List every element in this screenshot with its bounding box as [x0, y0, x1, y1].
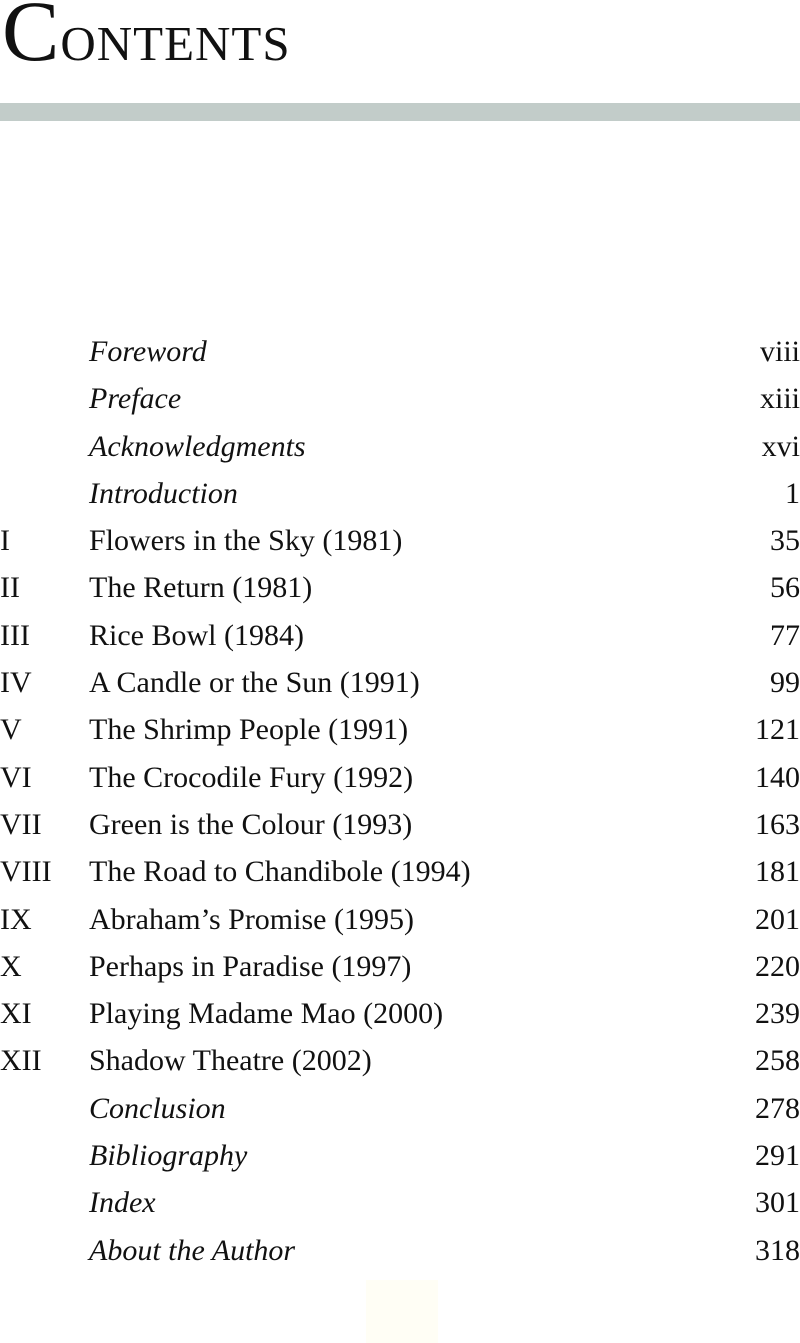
entry-title[interactable]: The Crocodile Fury (1992) — [89, 754, 413, 801]
chapter-number: V — [0, 713, 22, 747]
entry-title[interactable]: Bibliography — [89, 1132, 247, 1179]
toc-entry-chapter-6[interactable]: VI The Crocodile Fury (1992) 140 — [0, 754, 800, 801]
entry-title[interactable]: Green is the Colour (1993) — [89, 801, 412, 848]
toc-entry-index[interactable]: Index 301 — [0, 1179, 800, 1226]
toc-entry-conclusion[interactable]: Conclusion 278 — [0, 1085, 800, 1132]
entry-title[interactable]: The Shrimp People (1991) — [89, 706, 408, 753]
toc-entry-chapter-4[interactable]: IV A Candle or the Sun (1991) 99 — [0, 659, 800, 706]
page-number: 239 — [755, 997, 800, 1031]
page-number: xvi — [761, 429, 800, 463]
chapter-number: XII — [0, 1044, 42, 1078]
entry-title[interactable]: Foreword — [89, 328, 207, 375]
page-number: xiii — [759, 382, 800, 416]
page-number: 99 — [770, 666, 800, 700]
page-number: 56 — [770, 571, 800, 605]
toc-entry-chapter-10[interactable]: X Perhaps in Paradise (1997) 220 — [0, 943, 800, 990]
entry-title[interactable]: Playing Madame Mao (2000) — [89, 990, 443, 1037]
chapter-number: IX — [0, 902, 32, 936]
chapter-number: X — [0, 949, 22, 983]
toc-entry-acknowledgments[interactable]: Acknowledgments xvi — [0, 423, 800, 470]
chapter-number: III — [0, 618, 30, 652]
toc-entry-chapter-3[interactable]: III Rice Bowl (1984) 77 — [0, 612, 800, 659]
toc-entry-foreword[interactable]: Foreword viii — [0, 328, 800, 375]
entry-title[interactable]: Perhaps in Paradise (1997) — [89, 943, 411, 990]
entry-title[interactable]: Introduction — [89, 470, 238, 517]
chapter-number: I — [0, 524, 10, 558]
page-number: 258 — [755, 1044, 800, 1078]
page-number: 35 — [770, 524, 800, 558]
entry-title[interactable]: Preface — [89, 375, 181, 422]
toc-entry-chapter-8[interactable]: VIII The Road to Chandibole (1994) 181 — [0, 848, 800, 895]
chapter-number: VII — [0, 807, 42, 841]
page-number: 121 — [755, 713, 800, 747]
entry-title[interactable]: The Return (1981) — [89, 564, 312, 611]
page-number: 278 — [755, 1091, 800, 1125]
toc-entry-chapter-9[interactable]: IX Abraham’s Promise (1995) 201 — [0, 896, 800, 943]
entry-title[interactable]: Shadow Theatre (2002) — [89, 1037, 372, 1084]
heading-rule-bar — [0, 103, 800, 121]
entry-title[interactable]: Abraham’s Promise (1995) — [89, 896, 414, 943]
entry-title[interactable]: Acknowledgments — [89, 423, 306, 470]
toc-entry-chapter-1[interactable]: I Flowers in the Sky (1981) 35 — [0, 517, 800, 564]
chapter-number: VIII — [0, 855, 52, 889]
page-number: 301 — [755, 1186, 800, 1220]
toc-entry-chapter-11[interactable]: XI Playing Madame Mao (2000) 239 — [0, 990, 800, 1037]
page-title: Contents — [2, 0, 291, 74]
chapter-number: XI — [0, 997, 32, 1031]
page-number: 181 — [755, 855, 800, 889]
page-title-initial: C — [2, 0, 61, 79]
toc-entry-about-the-author[interactable]: About the Author 318 — [0, 1227, 800, 1274]
toc-entry-chapter-5[interactable]: V The Shrimp People (1991) 121 — [0, 706, 800, 753]
page-number: viii — [759, 335, 800, 368]
entry-title[interactable]: Rice Bowl (1984) — [89, 612, 304, 659]
toc-entry-bibliography[interactable]: Bibliography 291 — [0, 1132, 800, 1179]
chapter-number: IV — [0, 666, 32, 700]
page-number: 220 — [755, 949, 800, 983]
paper-tint-mark — [366, 1280, 438, 1343]
table-of-contents: Foreword viii Preface xiii Acknowledgmen… — [0, 328, 800, 1274]
entry-title[interactable]: A Candle or the Sun (1991) — [89, 659, 420, 706]
toc-entry-introduction[interactable]: Introduction 1 — [0, 470, 800, 517]
entry-title[interactable]: Conclusion — [89, 1085, 226, 1132]
page-number: 291 — [755, 1139, 800, 1173]
entry-title[interactable]: About the Author — [89, 1227, 295, 1274]
entry-title[interactable]: Flowers in the Sky (1981) — [89, 517, 402, 564]
toc-entry-chapter-12[interactable]: XII Shadow Theatre (2002) 258 — [0, 1037, 800, 1084]
page-number: 1 — [785, 476, 800, 510]
toc-entry-chapter-2[interactable]: II The Return (1981) 56 — [0, 564, 800, 611]
page-number: 77 — [770, 618, 800, 652]
toc-entry-chapter-7[interactable]: VII Green is the Colour (1993) 163 — [0, 801, 800, 848]
chapter-number: VI — [0, 760, 32, 794]
page-number: 140 — [755, 760, 800, 794]
page-number: 318 — [755, 1233, 800, 1267]
chapter-number: II — [0, 571, 20, 605]
page-number: 201 — [755, 902, 800, 936]
entry-title[interactable]: Index — [89, 1179, 156, 1226]
entry-title[interactable]: The Road to Chandibole (1994) — [89, 848, 471, 895]
page-number: 163 — [755, 807, 800, 841]
page-title-rest: ontents — [60, 0, 291, 76]
toc-entry-preface[interactable]: Preface xiii — [0, 375, 800, 422]
